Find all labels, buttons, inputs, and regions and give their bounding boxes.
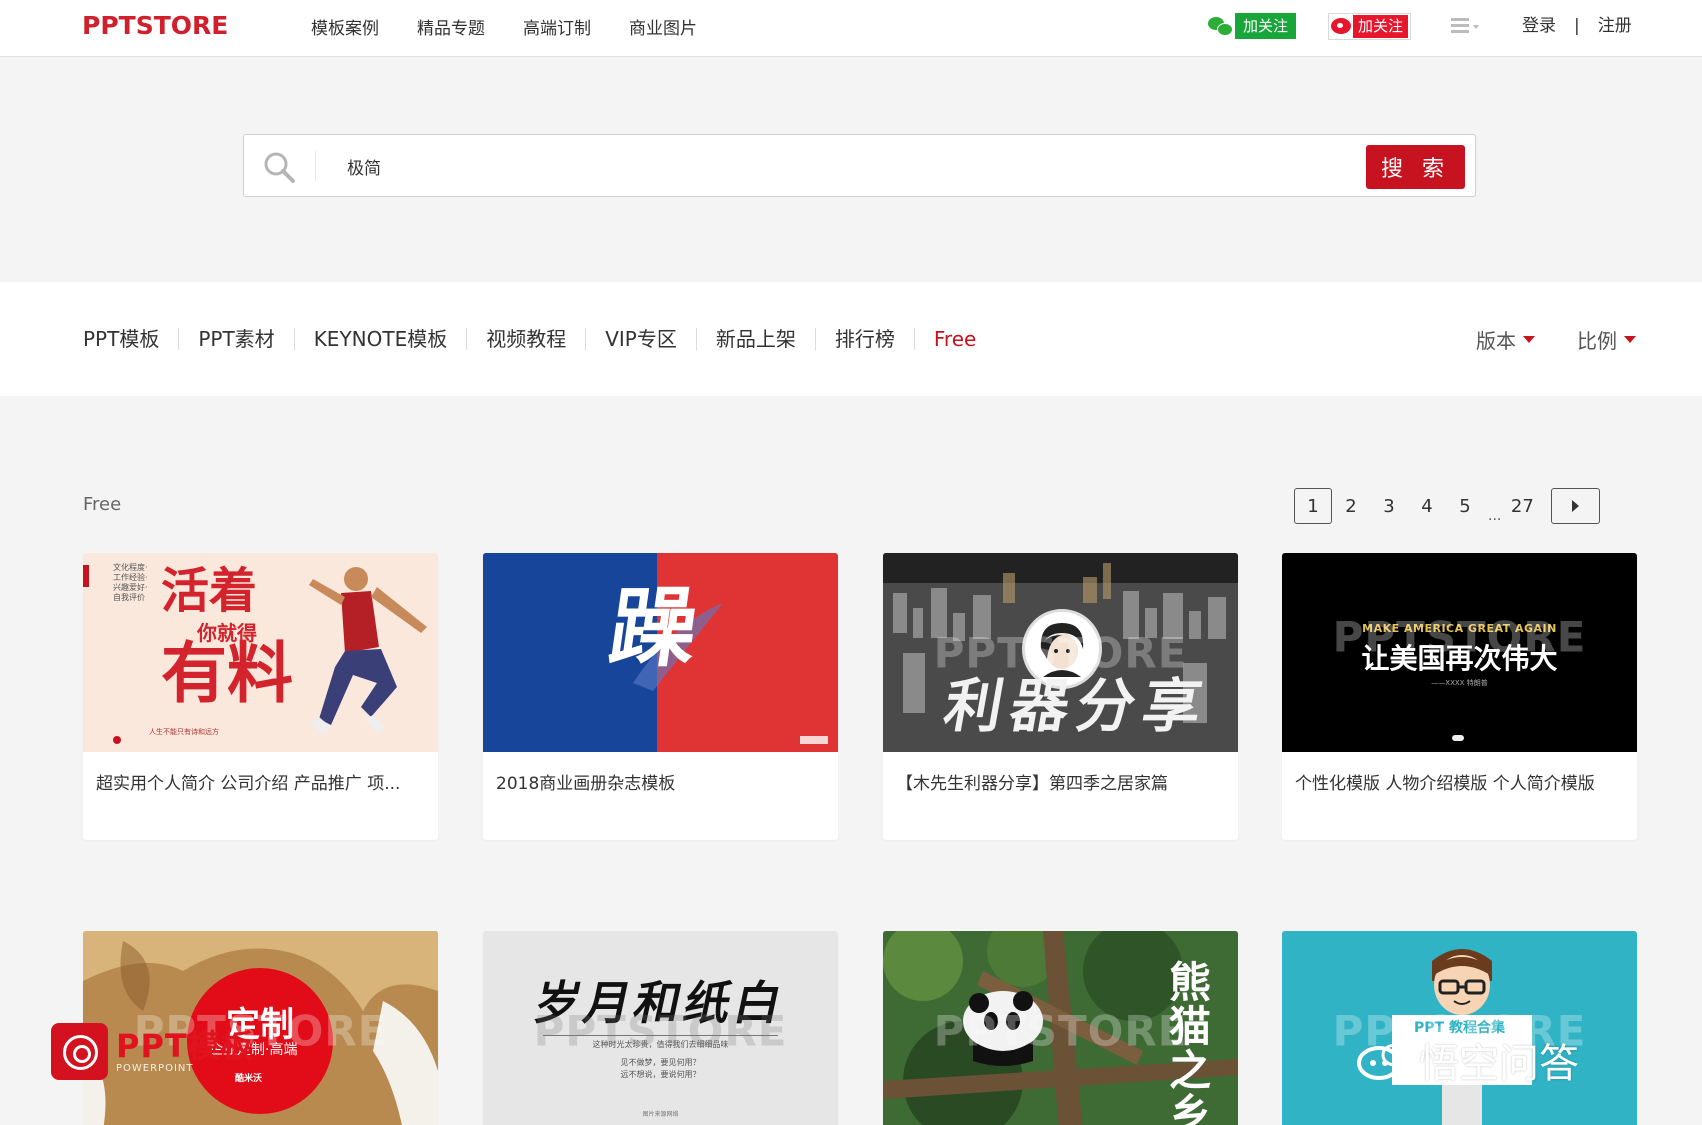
template-card[interactable]: 躁 2018商业画册杂志模板 bbox=[483, 553, 838, 840]
accent-bar bbox=[83, 565, 89, 587]
card-title[interactable]: 2018商业画册杂志模板 bbox=[496, 769, 826, 794]
page-last[interactable]: 27 bbox=[1503, 488, 1541, 524]
login-link[interactable]: 登录 bbox=[1522, 14, 1556, 38]
thumb-headline: 躁 bbox=[603, 579, 705, 679]
category-bar: PPT模板 PPT素材 KEYNOTE模板 视频教程 VIP专区 新品上架 排行… bbox=[0, 282, 1702, 396]
category-rankings[interactable]: 排行榜 bbox=[814, 328, 914, 350]
brand-dot bbox=[1452, 735, 1464, 741]
thumb-verse-2: 远不想说，要说何用？ bbox=[620, 1070, 701, 1079]
category-keynote-templates[interactable]: KEYNOTE模板 bbox=[293, 328, 467, 350]
nav-featured-topics[interactable]: 精品专题 bbox=[417, 14, 485, 39]
template-card[interactable]: 熊猫之乡 PPTSTORE bbox=[883, 931, 1238, 1125]
next-arrow-icon bbox=[1572, 500, 1580, 512]
version-filter[interactable]: 版本 bbox=[1476, 325, 1535, 354]
brand-text: PPT模板 POWERPOINT bbox=[116, 1029, 254, 1074]
register-link[interactable]: 注册 bbox=[1598, 14, 1632, 38]
ppt-brand-overlay: PPT模板 POWERPOINT bbox=[51, 1021, 254, 1081]
thumb-watermark: PPTSTORE bbox=[533, 1006, 788, 1055]
wechat-icon bbox=[1208, 15, 1233, 37]
wukong-logo-icon bbox=[1357, 1043, 1409, 1080]
card-title[interactable]: 【木先生利器分享】第四季之居家篇 bbox=[896, 769, 1226, 794]
template-card[interactable]: MAKE AMERICA GREAT AGAIN 让美国再次伟大 ——XXXX … bbox=[1282, 553, 1637, 840]
search-input[interactable] bbox=[347, 149, 1347, 183]
category-tabs: PPT模板 PPT素材 KEYNOTE模板 视频教程 VIP专区 新品上架 排行… bbox=[83, 282, 995, 396]
template-card[interactable]: 岁月和纸白 这种时光太珍贵，值得我们去细细品味 见不做梦，要见何用？ 远不想说，… bbox=[483, 931, 838, 1125]
auth-links: 登录 | 注册 bbox=[1522, 14, 1632, 38]
thumb-watermark: PPTSTORE bbox=[1332, 612, 1587, 662]
template-card[interactable]: PPT 教程合集 PPTSTORE bbox=[1282, 931, 1637, 1125]
brand-name: PPT模板 bbox=[116, 1026, 254, 1065]
next-page-button[interactable] bbox=[1551, 488, 1601, 524]
section-title: Free bbox=[83, 494, 122, 515]
brand-dot bbox=[113, 736, 121, 744]
page-ellipsis: ... bbox=[1488, 508, 1502, 524]
version-filter-label: 版本 bbox=[1476, 328, 1516, 353]
caret-down-icon bbox=[1624, 335, 1636, 343]
brand-subtitle: POWERPOINT bbox=[116, 1062, 194, 1074]
thumb-footer: 图片来源网络 bbox=[642, 1111, 679, 1118]
thumb-verse-1: 见不做梦，要见何用？ bbox=[620, 1058, 701, 1067]
brand-logo-icon bbox=[51, 1022, 108, 1080]
wukong-watermark: 悟空问答 bbox=[1357, 1030, 1579, 1090]
corner-tag bbox=[800, 736, 828, 744]
main-nav: 模板案例 精品专题 高端订制 商业图片 bbox=[311, 0, 735, 52]
ratio-filter[interactable]: 比例 bbox=[1577, 325, 1636, 354]
category-free[interactable]: Free bbox=[913, 328, 995, 350]
category-vip-zone[interactable]: VIP专区 bbox=[585, 328, 696, 350]
card-thumbnail[interactable]: 躁 bbox=[483, 553, 838, 752]
card-thumbnail[interactable]: 利器分享 PPTSTORE bbox=[883, 553, 1238, 752]
nav-template-cases[interactable]: 模板案例 bbox=[311, 14, 379, 39]
page-2[interactable]: 2 bbox=[1332, 488, 1370, 524]
search-button[interactable]: 搜 索 bbox=[1366, 145, 1465, 189]
thumb-headline-3: 有料 bbox=[161, 635, 293, 712]
site-logo[interactable]: PPTSTORE bbox=[82, 12, 228, 40]
search-icon bbox=[264, 152, 295, 183]
wechat-follow-button[interactable]: 加关注 bbox=[1235, 13, 1297, 39]
thumb-watermark: PPTSTORE bbox=[933, 1006, 1188, 1055]
page-5[interactable]: 5 bbox=[1446, 488, 1484, 524]
caret-down-icon bbox=[1523, 335, 1535, 343]
top-nav-bar: PPTSTORE 模板案例 精品专题 高端订制 商业图片 加关注 加关注 登录 … bbox=[0, 0, 1702, 57]
card-thumbnail[interactable]: 文化程度·工作经验·兴趣爱好·自我评价 活着 你就得 有料 人生不能只有诗和远方 bbox=[83, 553, 438, 752]
weibo-icon bbox=[1331, 18, 1351, 34]
page-3[interactable]: 3 bbox=[1370, 488, 1408, 524]
weibo-follow-button[interactable]: 加关注 bbox=[1353, 14, 1409, 38]
card-thumbnail[interactable]: PPT 教程合集 PPTSTORE bbox=[1282, 931, 1637, 1125]
thumb-side-text: 文化程度·工作经验·兴趣爱好·自我评价 bbox=[113, 563, 148, 602]
thumb-subtitle: 人生不能只有诗和远方 bbox=[149, 728, 219, 736]
nav-custom-design[interactable]: 高端订制 bbox=[523, 14, 591, 39]
pagination: 1 2 3 4 5 ... 27 bbox=[1294, 488, 1601, 524]
thumb-headline-1: 活着 bbox=[161, 563, 258, 619]
jumping-man-illustration bbox=[309, 567, 427, 735]
page-4[interactable]: 4 bbox=[1408, 488, 1446, 524]
wukong-text: 悟空问答 bbox=[1419, 1041, 1579, 1087]
card-thumbnail[interactable]: 岁月和纸白 这种时光太珍贵，值得我们去细细品味 见不做梦，要见何用？ 远不想说，… bbox=[483, 931, 838, 1125]
page-1[interactable]: 1 bbox=[1294, 488, 1332, 524]
wechat-follow[interactable]: 加关注 bbox=[1208, 13, 1297, 39]
thumb-subtitle: ——XXXX 特朗普 bbox=[1431, 679, 1488, 687]
search-bar: 搜 索 bbox=[243, 134, 1476, 197]
thumb-headline: 利器分享 bbox=[939, 672, 1216, 740]
card-title[interactable]: 超实用个人简介 公司介绍 产品推广 项... bbox=[96, 769, 426, 794]
nav-commercial-images[interactable]: 商业图片 bbox=[629, 14, 697, 39]
card-thumbnail[interactable]: MAKE AMERICA GREAT AGAIN 让美国再次伟大 ——XXXX … bbox=[1282, 553, 1637, 752]
auth-divider: | bbox=[1574, 16, 1580, 36]
thumb-watermark: PPTSTORE bbox=[933, 628, 1188, 677]
category-new-arrivals[interactable]: 新品上架 bbox=[695, 328, 815, 350]
search-separator bbox=[315, 151, 316, 181]
ratio-filter-label: 比例 bbox=[1577, 328, 1617, 353]
card-title[interactable]: 个性化模版 人物介绍模版 个人简介模版 bbox=[1295, 769, 1625, 794]
template-card[interactable]: 文化程度·工作经验·兴趣爱好·自我评价 活着 你就得 有料 人生不能只有诗和远方… bbox=[83, 553, 438, 840]
template-card[interactable]: 利器分享 PPTSTORE 【木先生利器分享】第四季之居家篇 bbox=[883, 553, 1238, 840]
category-ppt-templates[interactable]: PPT模板 bbox=[83, 328, 178, 350]
menu-list-icon[interactable] bbox=[1451, 18, 1479, 36]
weibo-follow[interactable]: 加关注 bbox=[1328, 12, 1412, 40]
category-video-tutorials[interactable]: 视频教程 bbox=[466, 328, 585, 350]
card-thumbnail[interactable]: 熊猫之乡 PPTSTORE bbox=[883, 931, 1238, 1125]
category-ppt-materials[interactable]: PPT素材 bbox=[178, 328, 293, 350]
filter-group: 版本 比例 bbox=[1476, 282, 1636, 396]
